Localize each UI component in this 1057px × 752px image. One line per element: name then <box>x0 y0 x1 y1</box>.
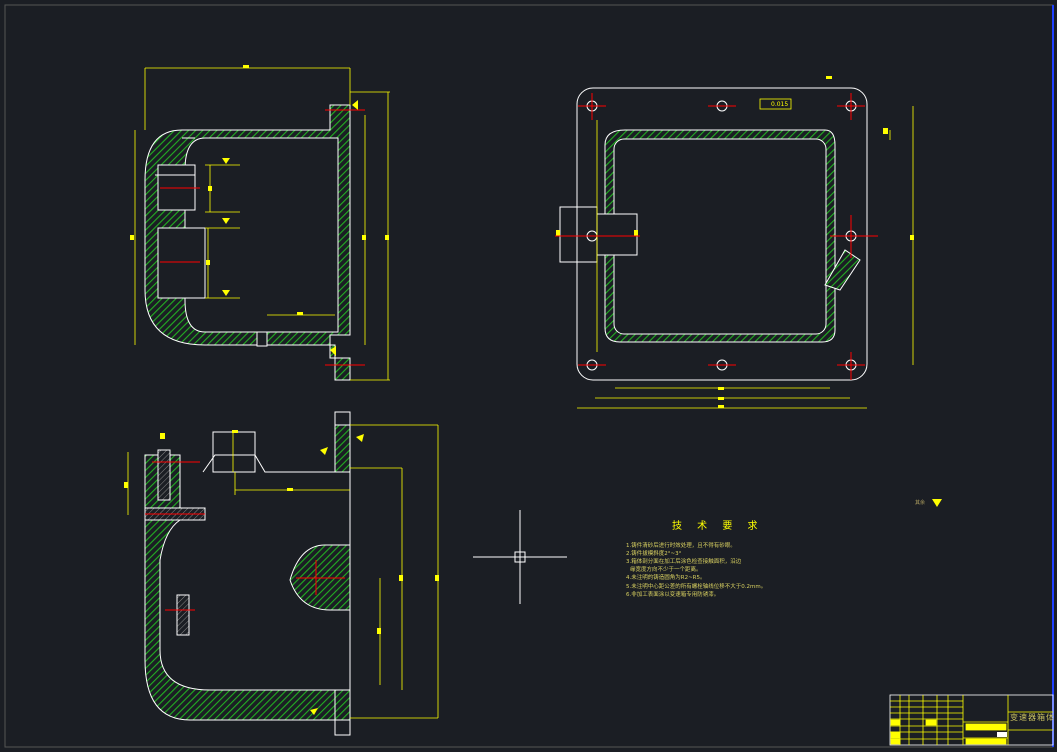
cad-crosshair-cursor <box>473 510 567 604</box>
requirement-line: 5.未注明中心距公差的所有螺栓轴线位移不大于0.2mm。 <box>626 584 767 590</box>
requirement-line: 3.箱体剖分面在加工后涂色检查接触面积，沿边 <box>626 559 742 565</box>
drawing-svg <box>4 4 1054 748</box>
requirement-line: 缘宽度方向不少于一个距离。 <box>630 567 702 573</box>
cad-drawing-canvas[interactable]: 0.015 其余 技 术 要 求 1.铸件清砂后进行时效处理，且不得有砂眼。 2… <box>0 0 1057 752</box>
roughness-note: 其余 <box>915 500 926 506</box>
technical-requirements-title: 技 术 要 求 <box>672 521 764 532</box>
flatness-tolerance-value: 0.015 <box>771 101 789 108</box>
roughness-symbol-icon <box>932 499 942 507</box>
drawing-frame <box>4 4 1054 748</box>
view-section-top-left <box>144 104 351 381</box>
requirement-line: 2.铸件拔模斜度2°~3° <box>626 551 682 557</box>
requirement-line: 4.未注明的铸造圆角为R2~R5。 <box>626 575 706 581</box>
view-plan-top-right <box>559 87 868 381</box>
requirement-line: 6.非加工表面涂以变速箱专用防锈漆。 <box>626 592 720 598</box>
drawing-name: 变速器箱体 <box>1010 713 1055 722</box>
view-section-bottom-left <box>144 411 351 736</box>
requirement-line: 1.铸件清砂后进行时效处理，且不得有砂眼。 <box>626 543 736 549</box>
